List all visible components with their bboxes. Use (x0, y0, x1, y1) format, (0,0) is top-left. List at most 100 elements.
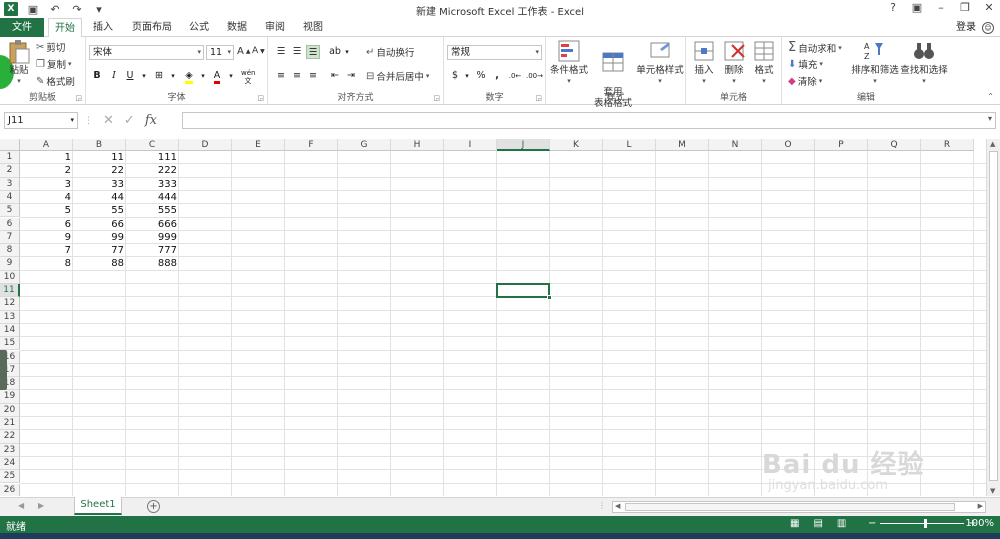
tab-file[interactable]: 文件 (0, 18, 44, 37)
row-header-19[interactable]: 19 (0, 390, 20, 404)
horizontal-scroll-thumb[interactable] (625, 503, 955, 511)
cell-a4[interactable]: 4 (20, 191, 73, 204)
column-header-e[interactable]: E (232, 139, 285, 151)
shrink-font-button[interactable]: A ▼ (252, 46, 265, 56)
cell-c6[interactable]: 666 (126, 218, 179, 231)
cell-a9[interactable]: 8 (20, 257, 73, 270)
vertical-scrollbar[interactable]: ▲ ▼ (986, 139, 1000, 496)
comma-button[interactable]: , (490, 69, 504, 83)
column-header-l[interactable]: L (603, 139, 656, 151)
clipboard-launcher-icon[interactable]: ◲ (75, 94, 82, 102)
fill-handle[interactable] (547, 295, 552, 301)
increase-indent-icon[interactable]: ⇥ (344, 69, 358, 83)
row-header-22[interactable]: 22 (0, 430, 20, 444)
row-header-6[interactable]: 6 (0, 217, 20, 231)
ribbon-display-icon[interactable]: ▣ (910, 1, 924, 14)
collapse-ribbon-icon[interactable]: ⌃ (987, 92, 994, 101)
next-sheet-icon[interactable]: ▶ (38, 501, 44, 510)
align-bottom-icon[interactable]: ☰ (306, 45, 320, 59)
close-icon[interactable]: ✕ (982, 1, 996, 14)
column-header-a[interactable]: A (20, 139, 73, 151)
row-header-26[interactable]: 26 (0, 483, 20, 496)
cell-a6[interactable]: 6 (20, 218, 73, 231)
feedback-smiley-icon[interactable]: ☺ (982, 21, 994, 34)
row-header-13[interactable]: 13 (0, 310, 20, 324)
page-layout-view-icon[interactable]: ▤ (813, 518, 822, 529)
row-header-12[interactable]: 12 (0, 297, 20, 311)
tab-home[interactable]: 开始 (48, 18, 82, 38)
format-painter-button[interactable]: ✎ 格式刷 (36, 74, 75, 89)
sort-filter-button[interactable]: AZ 排序和筛选 ▾ (850, 39, 900, 87)
row-header-10[interactable]: 10 (0, 270, 20, 284)
cell-a8[interactable]: 7 (20, 244, 73, 257)
minimize-icon[interactable]: – (934, 1, 948, 14)
scroll-down-icon[interactable]: ▼ (990, 487, 995, 495)
align-top-icon[interactable]: ☰ (274, 45, 288, 59)
column-header-k[interactable]: K (550, 139, 603, 151)
cell-b3[interactable]: 33 (73, 178, 126, 191)
cell-c3[interactable]: 333 (126, 178, 179, 191)
copy-button[interactable]: ❐ 复制 ▾ (36, 57, 72, 72)
cell-a5[interactable]: 5 (20, 204, 73, 217)
tab-insert[interactable]: 插入 (86, 18, 120, 37)
column-header-f[interactable]: F (285, 139, 338, 151)
cell-b2[interactable]: 22 (73, 164, 126, 177)
zoom-track[interactable] (880, 519, 965, 528)
row-header-15[interactable]: 15 (0, 337, 20, 351)
cell-styles-button[interactable]: 单元格样式 ▾ (636, 39, 684, 87)
name-box[interactable]: J11 ▾ (4, 112, 78, 129)
sheet-tab-sheet1[interactable]: Sheet1 (74, 497, 122, 515)
row-header-23[interactable]: 23 (0, 443, 20, 457)
font-launcher-icon[interactable]: ◲ (257, 94, 264, 102)
fill-color-dropdown-icon[interactable]: ▾ (196, 69, 210, 83)
row-header-24[interactable]: 24 (0, 456, 20, 471)
row-header-5[interactable]: 5 (0, 204, 20, 218)
column-header-i[interactable]: I (444, 139, 497, 151)
cut-button[interactable]: ✂ 剪切 (36, 40, 65, 55)
cell-b6[interactable]: 66 (73, 218, 126, 231)
cell-b9[interactable]: 88 (73, 257, 126, 270)
borders-dropdown-icon[interactable]: ▾ (166, 69, 180, 83)
fill-color-button[interactable]: ◈ (182, 69, 196, 84)
cell-c8[interactable]: 777 (126, 244, 179, 257)
column-header-g[interactable]: G (338, 139, 391, 151)
column-header-q[interactable]: Q (868, 139, 921, 151)
row-header-2[interactable]: 2 (0, 164, 20, 178)
percent-button[interactable]: % (474, 69, 488, 83)
alignment-launcher-icon[interactable]: ◲ (433, 94, 440, 102)
column-header-r[interactable]: R (921, 139, 974, 151)
split-dots-icon[interactable]: ⋮ (598, 501, 606, 510)
autosum-button[interactable]: Σ 自动求和 ▾ (788, 40, 842, 55)
tab-data[interactable]: 数据 (220, 18, 254, 37)
merge-center-button[interactable]: ⊟ 合并后居中 ▾ (366, 69, 429, 84)
grow-font-button[interactable]: A ▲ (237, 46, 250, 57)
row-header-9[interactable]: 9 (0, 257, 20, 271)
orientation-dropdown-icon[interactable]: ▾ (340, 45, 354, 59)
cell-a3[interactable]: 3 (20, 178, 73, 191)
row-header-25[interactable]: 25 (0, 470, 20, 484)
formula-input[interactable]: ▾ (182, 112, 996, 129)
align-left-icon[interactable]: ≡ (274, 69, 288, 83)
row-header-21[interactable]: 21 (0, 417, 20, 431)
cell-c5[interactable]: 555 (126, 204, 179, 217)
tab-formulas[interactable]: 公式 (182, 18, 216, 37)
scroll-left-icon[interactable]: ◀ (615, 502, 620, 510)
zoom-thumb[interactable] (924, 519, 928, 528)
font-size-select[interactable]: 11 ▾ (206, 45, 234, 60)
confirm-entry-icon[interactable]: ✓ (124, 113, 135, 128)
row-header-8[interactable]: 8 (0, 244, 20, 258)
cell-a2[interactable]: 2 (20, 164, 73, 177)
row-header-20[interactable]: 20 (0, 403, 20, 417)
help-button[interactable]: ? (886, 1, 900, 14)
wrap-text-button[interactable]: ↵ 自动换行 (366, 45, 414, 60)
tab-view[interactable]: 视图 (296, 18, 330, 37)
worksheet-grid[interactable]: A B C D E F G H I J K L M N O P Q R 1 2 3 4 5 6 7 8 9 10 11 12 13 14 15 1… (0, 139, 986, 496)
cell-a7[interactable]: 9 (20, 231, 73, 244)
clear-button[interactable]: ◆ 清除 ▾ (788, 74, 822, 89)
cancel-entry-icon[interactable]: ✕ (103, 113, 114, 128)
underline-button[interactable]: U (123, 69, 137, 83)
expand-formula-icon[interactable]: ▾ (988, 114, 992, 123)
zoom-slider[interactable]: − + (868, 518, 977, 529)
delete-cells-button[interactable]: 删除 ▾ (720, 39, 748, 87)
cell-c7[interactable]: 999 (126, 231, 179, 244)
